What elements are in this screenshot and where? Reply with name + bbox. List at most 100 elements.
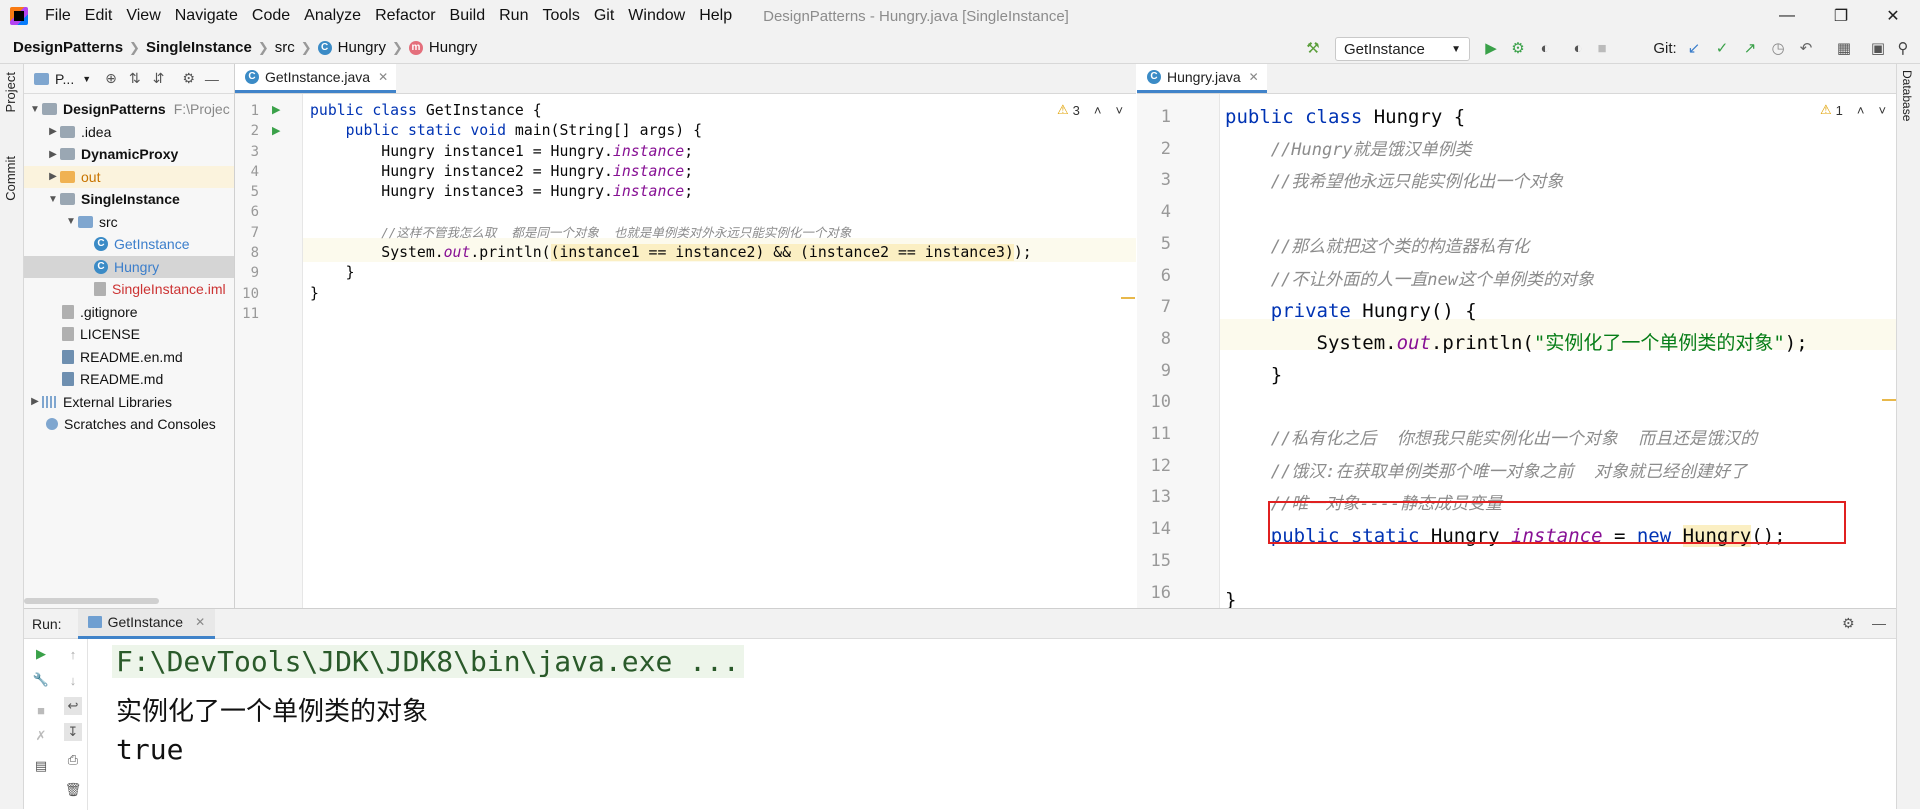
error-stripe-mark[interactable] (1882, 399, 1896, 401)
project-panel: P... ▼ ⊕ ⇅ ⇵ ⚙ — ▼ DesignPatterns F:\Pro… (24, 64, 235, 608)
arrow-up-icon[interactable]: ↑ (64, 645, 82, 663)
tree-item-external-libraries[interactable]: ▶ External Libraries (24, 391, 234, 414)
git-history-icon[interactable]: ◷ (1768, 38, 1788, 58)
rollback-icon[interactable]: ↶ (1796, 38, 1816, 58)
menu-analyze[interactable]: Analyze (297, 0, 368, 32)
markdown-icon (62, 349, 74, 364)
close-window-icon[interactable]: ✕ (1868, 0, 1918, 32)
breadcrumb-src[interactable]: src (275, 39, 295, 56)
expand-all-icon[interactable]: ⇅ (129, 70, 141, 87)
hide-icon[interactable]: — (1872, 615, 1886, 631)
tab-getinstance-java[interactable]: C GetInstance.java ✕ (235, 64, 397, 93)
chevron-down-icon[interactable]: ˅ (1878, 103, 1886, 118)
run-icon[interactable]: ▶ (1481, 38, 1501, 58)
tree-item-readme-en[interactable]: README.en.md (24, 346, 234, 369)
menu-refactor[interactable]: Refactor (368, 0, 442, 32)
editor-tab-bar: C GetInstance.java ✕ (235, 64, 1136, 94)
print-icon[interactable]: ⎙ (64, 751, 82, 769)
menu-tools[interactable]: Tools (535, 0, 586, 32)
chevron-down-icon[interactable]: ˅ (1115, 103, 1123, 118)
run-configuration-select[interactable]: GetInstance ▼ (1335, 37, 1470, 61)
menu-run[interactable]: Run (492, 0, 535, 32)
project-panel-header: P... ▼ ⊕ ⇅ ⇵ ⚙ — (24, 64, 234, 94)
minimize-icon[interactable]: — (1762, 0, 1812, 32)
tree-item-getinstance[interactable]: C GetInstance (24, 233, 234, 256)
search-icon[interactable]: ⚲ (1893, 38, 1913, 58)
tree-item-scratches[interactable]: Scratches and Consoles (24, 413, 234, 436)
run-configuration-label: GetInstance (1344, 40, 1425, 58)
git-update-icon[interactable]: ↙ (1684, 38, 1704, 58)
menu-window[interactable]: Window (621, 0, 692, 32)
breadcrumb-module[interactable]: SingleInstance (146, 39, 252, 56)
tree-item-out[interactable]: ▶ out (24, 165, 234, 188)
markdown-icon (62, 372, 74, 387)
debug-icon[interactable]: ⚙ (1508, 38, 1528, 58)
git-push-icon[interactable]: ↗ (1740, 38, 1760, 58)
menu-navigate[interactable]: Navigate (168, 0, 245, 32)
tree-item-iml[interactable]: SingleInstance.iml (24, 278, 234, 301)
tree-item-license[interactable]: LICENSE (24, 323, 234, 346)
menu-file[interactable]: File (38, 0, 78, 32)
tree-item-label: GetInstance (114, 236, 190, 253)
locate-icon[interactable]: ⊕ (105, 70, 117, 87)
menu-help[interactable]: Help (692, 0, 739, 32)
menu-code[interactable]: Code (245, 0, 297, 32)
profile-icon[interactable]: ◐ (1568, 38, 1588, 58)
layout-icon[interactable]: ▤ (32, 757, 50, 775)
scroll-to-end-icon[interactable]: ↧ (64, 723, 82, 741)
stop-icon[interactable]: ■ (32, 701, 50, 719)
gear-icon[interactable]: ⚙ (182, 70, 195, 87)
hide-icon[interactable]: — (205, 71, 219, 87)
menu-view[interactable]: View (119, 0, 167, 32)
coverage-icon[interactable]: ◐ (1535, 38, 1555, 58)
menu-edit[interactable]: Edit (78, 0, 120, 32)
tree-item-idea[interactable]: ▶ .idea (24, 121, 234, 144)
breadcrumb-project[interactable]: DesignPatterns (13, 39, 123, 56)
project-view-select[interactable]: P... (55, 71, 74, 87)
inspection-widget[interactable]: ⚠ 1 ˄ ˅ (1820, 102, 1886, 118)
tree-item-singleinstance[interactable]: ▼ SingleInstance (24, 188, 234, 211)
breadcrumb-class[interactable]: Hungry (338, 39, 386, 56)
tree-item-hungry[interactable]: C Hungry (24, 255, 234, 278)
menu-git[interactable]: Git (587, 0, 621, 32)
arrow-down-icon[interactable]: ↓ (64, 671, 82, 689)
close-icon[interactable]: ✕ (378, 70, 388, 84)
tree-item-readme[interactable]: README.md (24, 368, 234, 391)
menu-build[interactable]: Build (443, 0, 493, 32)
breadcrumb-method[interactable]: Hungry (429, 39, 477, 56)
run-gutter-icon[interactable]: ▶ (272, 124, 280, 137)
soft-wrap-icon[interactable]: ↩ (64, 697, 82, 715)
console-command-line[interactable]: F:\DevTools\JDK\JDK8\bin\java.exe ... (112, 645, 744, 678)
rerun-icon[interactable]: ▶ (32, 645, 50, 663)
code-area[interactable]: public class GetInstance { public static… (310, 101, 1032, 324)
tab-hungry-java[interactable]: C Hungry.java ✕ (1137, 64, 1267, 93)
close-icon[interactable]: ✕ (1249, 70, 1259, 84)
project-structure-icon[interactable]: ▦ (1834, 38, 1854, 58)
run-tab-getinstance[interactable]: GetInstance ✕ (77, 608, 216, 639)
stop-icon[interactable]: ■ (1592, 38, 1612, 58)
git-commit-icon[interactable]: ✓ (1712, 38, 1732, 58)
tree-item-src[interactable]: ▼ src (24, 211, 234, 234)
restore-layout-icon[interactable]: ✗ (32, 727, 50, 745)
run-gutter-icon[interactable]: ▶ (272, 103, 280, 116)
presentation-icon[interactable]: ▣ (1868, 38, 1888, 58)
build-hammer-icon[interactable]: ⚒ (1303, 38, 1323, 58)
chevron-up-icon[interactable]: ˄ (1094, 103, 1102, 118)
inspection-widget[interactable]: ⚠ 3 ˄ ˅ (1057, 102, 1123, 118)
wrench-icon[interactable]: 🔧 (32, 671, 50, 689)
trash-icon[interactable]: 🗑 (64, 781, 82, 799)
chevron-down-icon[interactable]: ▼ (82, 74, 91, 84)
collapse-all-icon[interactable]: ⇵ (153, 70, 165, 87)
error-stripe-mark[interactable] (1121, 297, 1135, 299)
chevron-up-icon[interactable]: ˄ (1857, 103, 1865, 118)
restore-icon[interactable]: ❐ (1816, 0, 1866, 32)
project-tool-tab[interactable]: Project (3, 72, 18, 112)
tree-item-dynamicproxy[interactable]: ▶ DynamicProxy (24, 143, 234, 166)
close-icon[interactable]: ✕ (195, 615, 205, 629)
database-tool-tab[interactable]: Database (1900, 70, 1914, 121)
horizontal-scrollbar[interactable] (24, 598, 159, 604)
tree-item-designpatterns[interactable]: ▼ DesignPatterns F:\Projec (24, 98, 234, 121)
gear-icon[interactable]: ⚙ (1842, 615, 1855, 632)
commit-tool-tab[interactable]: Commit (3, 156, 18, 201)
tree-item-gitignore[interactable]: .gitignore (24, 301, 234, 324)
